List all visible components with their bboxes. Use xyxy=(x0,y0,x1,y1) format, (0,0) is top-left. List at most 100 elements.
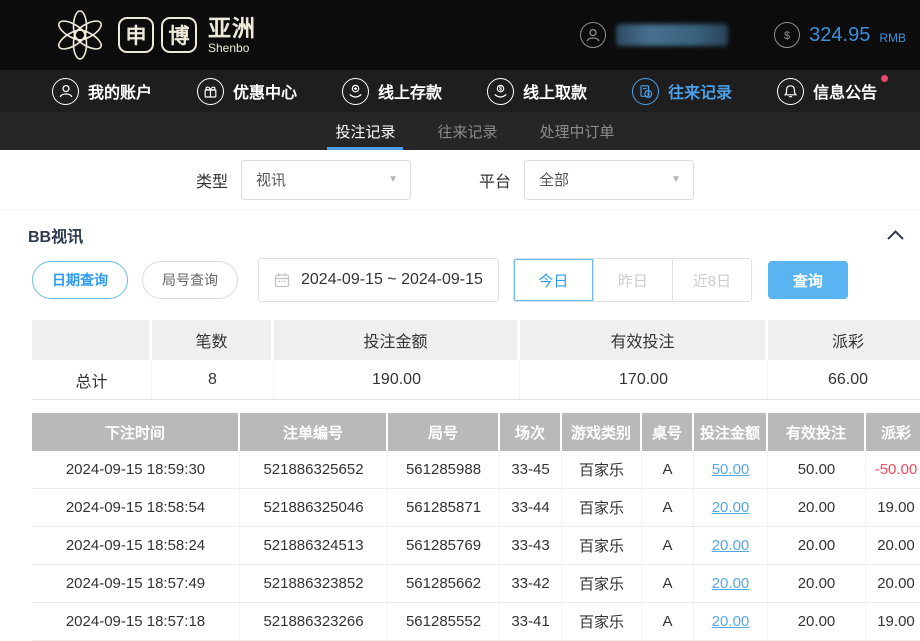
nav-item-deposit[interactable]: 线上存款 xyxy=(342,78,442,105)
bet-amount-link[interactable]: 20.00 xyxy=(694,603,768,640)
table-row: 2024-09-15 18:58:24521886324513561285769… xyxy=(32,527,920,565)
bet-amount-link[interactable]: 20.00 xyxy=(694,565,768,602)
summary-header-valid-bet: 有效投注 xyxy=(520,320,768,360)
transaction-records-icon xyxy=(632,78,659,105)
type-filter-label: 类型 xyxy=(196,168,228,192)
date-query-label: 日期查询 xyxy=(52,270,108,290)
nav-item-my-account[interactable]: 我的账户 xyxy=(52,78,152,105)
game-type-cell: 百家乐 xyxy=(562,565,642,602)
user-account-chip[interactable] xyxy=(580,22,728,48)
nav-label: 线上存款 xyxy=(378,79,442,103)
bet-amount-link[interactable]: 20.00 xyxy=(694,489,768,526)
flower-logo-icon xyxy=(54,9,106,61)
bet-amount-link[interactable]: 50.00 xyxy=(694,451,768,488)
balance-display[interactable]: $ 324.95 RMB xyxy=(774,22,906,48)
table-body: 2024-09-15 18:59:30521886325652561285988… xyxy=(32,451,920,641)
date-query-button[interactable]: 日期查询 xyxy=(32,261,128,299)
type-select-value: 视讯 xyxy=(256,169,286,190)
platform-select[interactable]: 全部 ▼ xyxy=(524,160,694,200)
round-id-cell: 561285988 xyxy=(388,451,500,488)
collapse-section-button[interactable] xyxy=(883,226,908,244)
payout-cell: 19.00 xyxy=(866,603,920,640)
bet-amount-link[interactable]: 20.00 xyxy=(694,527,768,564)
bet-time-cell: 2024-09-15 18:57:49 xyxy=(32,565,240,602)
table-row: 2024-09-15 18:57:18521886323266561285552… xyxy=(32,603,920,641)
nav-label: 往来记录 xyxy=(668,79,732,103)
svg-text:$: $ xyxy=(499,86,502,92)
withdraw-icon: $ xyxy=(487,78,514,105)
chevron-down-icon: ▼ xyxy=(671,174,681,185)
header-session: 场次 xyxy=(500,413,562,451)
summary-bet-amount-value: 190.00 xyxy=(274,360,520,399)
record-subtabs: 投注记录 往来记录 处理中订单 xyxy=(0,112,920,150)
logo-char-bo: 博 xyxy=(161,17,197,53)
tab-transaction-records[interactable]: 往来记录 xyxy=(432,112,502,150)
nav-item-withdraw[interactable]: $ 线上取款 xyxy=(487,78,587,105)
query-toolbar: 日期查询 局号查询 2024-09-15 ~ 2024-09-15 今日 昨日 … xyxy=(32,256,920,304)
last-8-days-label: 近8日 xyxy=(693,270,731,291)
type-select[interactable]: 视讯 ▼ xyxy=(241,160,411,200)
nav-item-promotions[interactable]: 优惠中心 xyxy=(197,78,297,105)
platform-select-value: 全部 xyxy=(539,169,569,190)
user-icon xyxy=(52,78,79,105)
bet-id-cell: 521886325046 xyxy=(240,489,388,526)
yesterday-button[interactable]: 昨日 xyxy=(593,259,672,301)
nav-item-transaction-records[interactable]: 往来记录 xyxy=(632,78,732,105)
logo-region: 亚洲 Shenbo xyxy=(208,17,256,54)
payout-cell: 19.00 xyxy=(866,489,920,526)
payout-cell: 20.00 xyxy=(866,565,920,602)
summary-payout-value: 66.00 xyxy=(768,360,920,399)
yesterday-label: 昨日 xyxy=(618,270,648,291)
bell-icon xyxy=(777,78,804,105)
game-type-cell: 百家乐 xyxy=(562,451,642,488)
top-bar: 申 博 亚洲 Shenbo $ 324.95 RMB xyxy=(0,0,920,70)
nav-label: 信息公告 xyxy=(813,79,877,103)
header-bet-id: 注单编号 xyxy=(240,413,388,451)
table-no-cell: A xyxy=(642,565,694,602)
summary-valid-bet-value: 170.00 xyxy=(520,360,768,399)
main-nav: 我的账户 优惠中心 线上存款 $ 线上取款 xyxy=(0,70,920,112)
brand-logo[interactable]: 申 博 亚洲 Shenbo xyxy=(54,9,256,61)
table-row: 2024-09-15 18:57:49521886323852561285662… xyxy=(32,565,920,603)
tab-pending-orders[interactable]: 处理中订单 xyxy=(535,112,620,150)
balance-amount: 324.95 xyxy=(809,24,870,47)
today-label: 今日 xyxy=(538,270,568,291)
logo-brand-en: Shenbo xyxy=(208,42,256,54)
table-row: 2024-09-15 18:58:54521886325046561285871… xyxy=(32,489,920,527)
subtab-label: 往来记录 xyxy=(437,121,497,142)
payout-cell: -50.00 xyxy=(866,451,920,488)
game-type-cell: 百家乐 xyxy=(562,527,642,564)
date-range-input[interactable]: 2024-09-15 ~ 2024-09-15 xyxy=(258,258,499,302)
gift-icon xyxy=(197,78,224,105)
bet-time-cell: 2024-09-15 18:59:30 xyxy=(32,451,240,488)
table-no-cell: A xyxy=(642,527,694,564)
today-button[interactable]: 今日 xyxy=(514,259,593,301)
nav-item-announcements[interactable]: 信息公告 xyxy=(777,78,877,105)
summary-count-value: 8 xyxy=(152,360,274,399)
header-valid-bet: 有效投注 xyxy=(768,413,866,451)
balance-currency: RMB xyxy=(879,26,906,45)
bet-id-cell: 521886324513 xyxy=(240,527,388,564)
game-type-cell: 百家乐 xyxy=(562,489,642,526)
round-id-cell: 561285552 xyxy=(388,603,500,640)
nav-label: 线上取款 xyxy=(523,79,587,103)
table-no-cell: A xyxy=(642,451,694,488)
bet-time-cell: 2024-09-15 18:58:54 xyxy=(32,489,240,526)
platform-filter-label: 平台 xyxy=(479,168,511,192)
valid-bet-cell: 20.00 xyxy=(768,565,866,602)
bet-records-table: 下注时间 注单编号 局号 场次 游戏类别 桌号 投注金额 有效投注 派彩 202… xyxy=(32,413,920,641)
nav-label: 我的账户 xyxy=(88,79,152,103)
session-cell: 33-45 xyxy=(500,451,562,488)
table-no-cell: A xyxy=(642,489,694,526)
quick-range-group: 今日 昨日 近8日 xyxy=(513,258,752,302)
header-round-id: 局号 xyxy=(388,413,500,451)
top-right-area: $ 324.95 RMB xyxy=(580,22,920,48)
last-8-days-button[interactable]: 近8日 xyxy=(672,259,751,301)
bet-time-cell: 2024-09-15 18:58:24 xyxy=(32,527,240,564)
subtab-label: 投注记录 xyxy=(335,121,395,142)
tab-betting-records[interactable]: 投注记录 xyxy=(330,112,400,150)
search-button[interactable]: 查询 xyxy=(768,261,848,299)
round-query-button[interactable]: 局号查询 xyxy=(142,261,238,299)
svg-text:$: $ xyxy=(784,30,790,42)
table-row: 2024-09-15 18:59:30521886325652561285988… xyxy=(32,451,920,489)
